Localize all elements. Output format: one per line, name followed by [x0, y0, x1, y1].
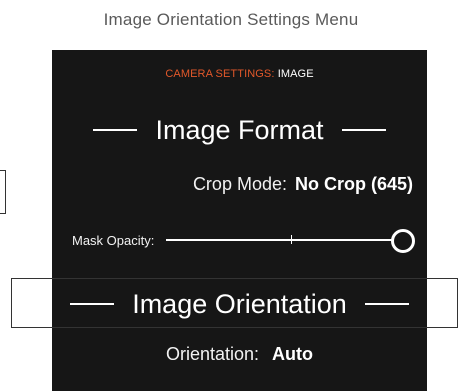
crop-mode-label: Crop Mode: — [192, 174, 287, 194]
menu-header: CAMERA SETTINGS: IMAGE — [52, 68, 427, 80]
slider-track — [166, 239, 405, 241]
slider-knob[interactable] — [391, 229, 416, 253]
section-title-image-format: Image Format — [155, 114, 324, 145]
divider-line — [93, 129, 138, 131]
figure-caption: Image Orientation Settings Menu — [103, 10, 359, 29]
header-title: IMAGE — [277, 68, 314, 80]
crop-mode-row[interactable]: Crop Mode: No Crop (645) — [193, 174, 413, 195]
mask-opacity-label: Mask Opacity: — [72, 232, 155, 248]
orientation-value[interactable]: Auto — [272, 344, 313, 364]
highlight-callout — [11, 278, 458, 328]
mask-opacity-row: Mask Opacity: — [72, 226, 416, 254]
camera-menu-screen: CAMERA SETTINGS: IMAGE Image Format Crop… — [52, 50, 427, 391]
mask-opacity-slider[interactable] — [166, 226, 416, 254]
callout-bracket — [0, 170, 6, 214]
section-image-format: Image Format — [52, 110, 427, 150]
slider-center-tick — [290, 235, 292, 244]
orientation-row[interactable]: Orientation: Auto — [52, 344, 427, 365]
divider-line — [341, 129, 386, 131]
orientation-label: Orientation: — [165, 344, 260, 364]
crop-mode-value[interactable]: No Crop (645) — [295, 174, 413, 195]
header-prefix: CAMERA SETTINGS: — [165, 68, 275, 80]
